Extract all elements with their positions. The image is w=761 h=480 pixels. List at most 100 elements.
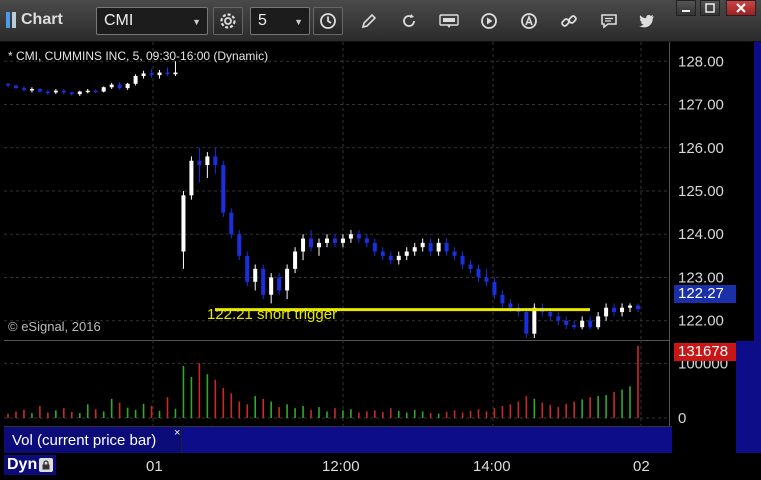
minimize-button[interactable] (676, 0, 696, 16)
dynamic-mode-label: Dyn (7, 456, 38, 473)
chat-button[interactable] (598, 10, 620, 32)
chevron-down-icon: ▼ (192, 17, 201, 27)
time-button[interactable] (313, 7, 343, 35)
time-axis: 01 12:00 14:00 02 (0, 453, 761, 480)
candle-body (604, 307, 609, 317)
close-button[interactable] (726, 0, 756, 16)
candle-body (77, 91, 82, 95)
candle-body (93, 90, 98, 93)
price-tick-label: 124.00 (678, 226, 724, 243)
settings-icon (220, 13, 236, 29)
close-icon (736, 3, 746, 13)
symbol-combobox[interactable]: CMI ▼ (96, 7, 208, 35)
price-tick-label: 128.00 (678, 53, 724, 70)
chart-logo-icon (6, 12, 16, 28)
link-button[interactable] (558, 10, 580, 32)
candle-body (189, 160, 194, 196)
study-label[interactable]: Vol (current price bar) (4, 427, 182, 454)
candle-body (444, 242, 449, 252)
last-price-tag: 122.27 (674, 285, 736, 303)
candle-body (21, 88, 26, 90)
candle-body (237, 234, 242, 256)
candle-body (61, 90, 66, 93)
candle-body (149, 73, 154, 76)
candle-body (332, 238, 337, 243)
candle-body (6, 83, 10, 86)
pencil-button[interactable] (358, 10, 380, 32)
toolbar: Chart CMI ▼ 5 ▼ (0, 0, 761, 42)
volume-tick-label: 0 (678, 410, 686, 426)
candle-body (301, 238, 306, 252)
play-button[interactable] (478, 10, 500, 32)
copyright: © eSignal, 2016 (8, 319, 101, 334)
candle-body (269, 277, 274, 295)
candle-body (404, 251, 409, 256)
candle-body (309, 238, 314, 248)
candle-body (524, 312, 529, 334)
chart-label: * CMI, CUMMINS INC, 5, 09:30-16:00 (Dyna… (8, 49, 269, 63)
candle-body (620, 307, 625, 313)
candle-body (157, 72, 162, 76)
price-pane[interactable]: 128.00127.00126.00125.00124.00123.00122.… (0, 42, 761, 340)
candle-body (165, 72, 170, 75)
last-volume-tag: 131678 (674, 343, 736, 361)
lock-icon (39, 458, 54, 472)
refresh-icon (403, 14, 415, 27)
chat-icon (601, 14, 617, 29)
candle-body (396, 255, 401, 261)
candle-body (181, 195, 186, 252)
candle-body (221, 165, 226, 213)
refresh-button[interactable] (398, 10, 420, 32)
candle-body (500, 294, 505, 304)
dynamic-mode-button[interactable]: Dyn (4, 455, 57, 475)
candle-body (277, 277, 282, 291)
twitter-button[interactable] (636, 10, 658, 32)
candle-body (293, 251, 298, 269)
price-tick-label: 122.00 (678, 313, 724, 330)
candle-body (45, 91, 50, 94)
quote-button[interactable] (438, 10, 460, 32)
price-tick-label: 127.00 (678, 97, 724, 114)
candle-body (356, 234, 361, 239)
candle-body (372, 242, 377, 252)
candle-body (53, 90, 58, 93)
time-tick-label: 12:00 (322, 458, 360, 475)
candle-body (133, 75, 138, 84)
settings-button[interactable] (213, 7, 243, 35)
candle-body (636, 305, 640, 310)
candle-body (388, 255, 393, 261)
trigger-annotation[interactable]: 122.21 short trigger (207, 306, 337, 323)
interval-combobox[interactable]: 5 ▼ (250, 7, 310, 35)
quote-icon (439, 14, 459, 28)
candle-body (85, 90, 90, 93)
link-icon (561, 15, 577, 27)
candle-body (125, 83, 130, 89)
candle-body (245, 255, 250, 282)
chart-area[interactable]: 128.00 127.00 126.00 125.00 124.00 123.00 122.… (0, 42, 761, 480)
maximize-icon (705, 3, 715, 13)
candle-body (213, 156, 218, 166)
maximize-button[interactable] (700, 0, 720, 16)
candle-body (484, 277, 489, 282)
candle-body (596, 316, 601, 328)
candle-body (253, 268, 258, 282)
candle-body (117, 84, 122, 89)
clock-icon (320, 13, 336, 29)
candle-body (492, 281, 497, 295)
candle-body (101, 87, 106, 92)
play-icon (481, 13, 497, 29)
candle-body (173, 72, 178, 75)
candle-body (572, 325, 577, 328)
alert-button[interactable] (518, 10, 540, 32)
candle-body (476, 268, 481, 278)
candle-body (69, 92, 74, 95)
app-title-text: Chart (21, 11, 63, 28)
candle-body (141, 73, 146, 76)
candle-body (628, 305, 633, 308)
study-close-button[interactable]: × (174, 427, 180, 439)
candle-body (412, 247, 417, 252)
candle-body (37, 88, 42, 92)
price-tick-label: 126.00 (678, 140, 724, 157)
volume-pane[interactable]: 1000000 (0, 340, 761, 426)
candle-body (340, 238, 345, 243)
